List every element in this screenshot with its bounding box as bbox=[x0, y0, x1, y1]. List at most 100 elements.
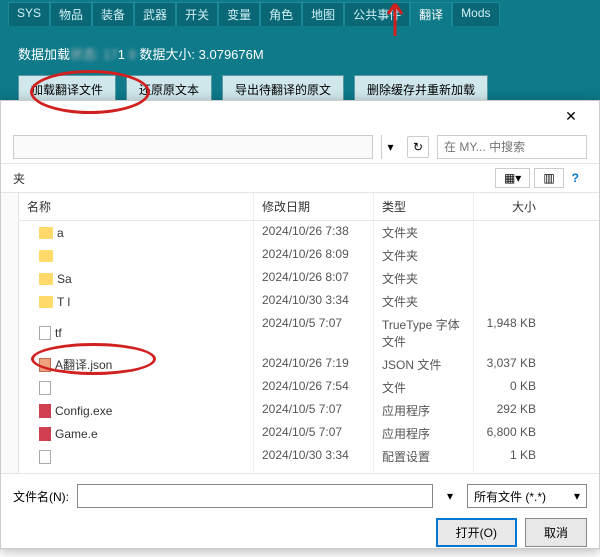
file-icon bbox=[39, 473, 51, 474]
file-icon bbox=[39, 381, 51, 395]
file-size: 1,948 KB bbox=[474, 313, 544, 353]
file-row[interactable]: Game.e2024/10/5 7:07应用程序6,800 KB bbox=[19, 422, 599, 445]
status-blur: 状态: 17 bbox=[70, 47, 118, 62]
file-row[interactable]: 2024/10/30 3:34配置设置1 KB bbox=[19, 445, 599, 468]
file-type: 文件夹 bbox=[374, 221, 474, 244]
help-button[interactable]: ? bbox=[564, 169, 587, 187]
tab-物品[interactable]: 物品 bbox=[50, 2, 92, 26]
file-type: TrueType 字体文件 bbox=[374, 313, 474, 353]
file-row[interactable]: tf2024/10/5 7:07TrueType 字体文件1,948 KB bbox=[19, 313, 599, 353]
folder-icon bbox=[39, 296, 53, 308]
file-list-header: 名称 修改日期 类型 大小 bbox=[19, 193, 599, 221]
header-date[interactable]: 修改日期 bbox=[254, 193, 374, 220]
preview-pane-button[interactable]: ▥ bbox=[534, 168, 563, 188]
file-row[interactable]: Config.exe2024/10/5 7:07应用程序292 KB bbox=[19, 399, 599, 422]
file-date: 2024/10/5 7:07 bbox=[254, 422, 374, 445]
exe-icon bbox=[39, 427, 51, 441]
tab-bar: SYS物品装备武器开关变量角色地图公共事件翻译Mods bbox=[0, 0, 600, 26]
file-row[interactable]: T l2024/10/30 3:34文件夹 bbox=[19, 290, 599, 313]
status-line: 数据加载状态: 171 9 数据大小: 3.079676M bbox=[0, 26, 600, 75]
file-date: 2024/10/5 7:07 bbox=[254, 399, 374, 422]
chevron-down-icon: ▾ bbox=[574, 489, 580, 503]
open-button[interactable]: 打开(O) bbox=[436, 518, 517, 547]
file-date: 2024/10/30 3:34 bbox=[254, 290, 374, 313]
filetype-select[interactable]: 所有文件 (*.*) ▾ bbox=[467, 484, 587, 508]
file-date: 2024/10/26 7:38 bbox=[254, 221, 374, 244]
filename-input[interactable] bbox=[77, 484, 433, 508]
file-type: 应用程序扩展 bbox=[374, 468, 474, 473]
folder-icon bbox=[39, 227, 53, 239]
file-size: 292 KB bbox=[474, 399, 544, 422]
file-type: 文件 bbox=[374, 376, 474, 399]
header-name[interactable]: 名称 bbox=[19, 193, 254, 220]
file-date: 2024/10/26 7:54 bbox=[254, 376, 374, 399]
file-date: 2024/10/26 7:19 bbox=[254, 353, 374, 376]
status-blur2: 9 bbox=[129, 47, 136, 62]
file-type: 配置设置 bbox=[374, 445, 474, 468]
file-row[interactable]: a 2024/10/26 7:38文件夹 bbox=[19, 221, 599, 244]
file-size bbox=[474, 290, 544, 313]
tab-地图[interactable]: 地图 bbox=[302, 2, 344, 26]
file-type: JSON 文件 bbox=[374, 353, 474, 376]
tab-翻译[interactable]: 翻译 bbox=[410, 2, 452, 26]
folder-icon bbox=[39, 273, 53, 285]
file-type: 应用程序 bbox=[374, 422, 474, 445]
file-row[interactable]: A翻译.json 2024/10/26 7:19JSON 文件3,037 KB bbox=[19, 353, 599, 376]
file-icon bbox=[39, 326, 51, 340]
file-name: A翻译.json bbox=[55, 356, 112, 373]
filetype-label: 所有文件 (*.*) bbox=[474, 488, 546, 505]
file-row[interactable]: Sa 2024/10/26 8:07文件夹 bbox=[19, 267, 599, 290]
nav-row: ▾ ↻ 🔍 bbox=[1, 131, 599, 164]
tab-角色[interactable]: 角色 bbox=[260, 2, 302, 26]
filename-label: 文件名(N): bbox=[13, 488, 69, 505]
dialog-titlebar: ✕ bbox=[1, 101, 599, 131]
file-date: 2024/10/5 7:07 bbox=[254, 313, 374, 353]
file-date: 2024/10/26 7:53 bbox=[254, 468, 374, 473]
folder-icon bbox=[39, 250, 53, 262]
tab-装备[interactable]: 装备 bbox=[92, 2, 134, 26]
file-size: 3,037 KB bbox=[474, 353, 544, 376]
tab-变量[interactable]: 变量 bbox=[218, 2, 260, 26]
json-icon bbox=[39, 358, 51, 372]
search-input[interactable] bbox=[444, 140, 599, 154]
status-prefix: 数据加载 bbox=[18, 47, 70, 62]
file-name: Config.exe bbox=[55, 404, 112, 418]
path-blur bbox=[20, 139, 164, 156]
close-button[interactable]: ✕ bbox=[551, 103, 591, 129]
cancel-button[interactable]: 取消 bbox=[525, 518, 587, 547]
file-row[interactable]: 2024/10/26 7:53应用程序扩展144 KB bbox=[19, 468, 599, 473]
dialog-bottom: 文件名(N): ▾ 所有文件 (*.*) ▾ 打开(O) 取消 bbox=[1, 473, 599, 557]
tab-开关[interactable]: 开关 bbox=[176, 2, 218, 26]
file-size bbox=[474, 221, 544, 244]
file-size bbox=[474, 244, 544, 267]
file-size: 1 KB bbox=[474, 445, 544, 468]
file-name: Sa bbox=[57, 272, 72, 286]
file-size bbox=[474, 267, 544, 290]
toolbar-row: 夹 ▦▾ ▥ ? bbox=[1, 164, 599, 193]
file-type: 文件夹 bbox=[374, 244, 474, 267]
file-icon bbox=[39, 450, 51, 464]
file-date: 2024/10/26 8:07 bbox=[254, 267, 374, 290]
file-name: Game.e bbox=[55, 427, 98, 441]
status-data: 数据大小: 3.079676M bbox=[139, 47, 263, 62]
file-open-dialog: ✕ ▾ ↻ 🔍 夹 ▦▾ ▥ ? 名称 修改日期 类型 大小 a 2024/10/… bbox=[0, 100, 600, 549]
file-row[interactable]: 2024/10/26 7:54文件0 KB bbox=[19, 376, 599, 399]
view-mode-button[interactable]: ▦▾ bbox=[495, 168, 530, 188]
file-row[interactable]: 2024/10/26 8:09文件夹 bbox=[19, 244, 599, 267]
dialog-button-row: 打开(O) 取消 bbox=[13, 518, 587, 547]
path-dropdown[interactable]: ▾ bbox=[381, 135, 399, 159]
file-type: 文件夹 bbox=[374, 267, 474, 290]
tab-公共事件[interactable]: 公共事件 bbox=[344, 2, 410, 26]
tab-SYS[interactable]: SYS bbox=[8, 2, 50, 26]
filename-dropdown[interactable]: ▾ bbox=[441, 489, 459, 503]
tab-武器[interactable]: 武器 bbox=[134, 2, 176, 26]
breadcrumb[interactable]: 夹 bbox=[13, 170, 25, 187]
header-type[interactable]: 类型 bbox=[374, 193, 474, 220]
header-size[interactable]: 大小 bbox=[474, 193, 544, 220]
tab-Mods[interactable]: Mods bbox=[452, 2, 499, 26]
path-input[interactable] bbox=[13, 135, 373, 159]
file-name: T l bbox=[57, 295, 70, 309]
refresh-button[interactable]: ↻ bbox=[407, 136, 429, 158]
file-name: a bbox=[57, 226, 64, 240]
nav-sidebar[interactable] bbox=[1, 193, 19, 473]
